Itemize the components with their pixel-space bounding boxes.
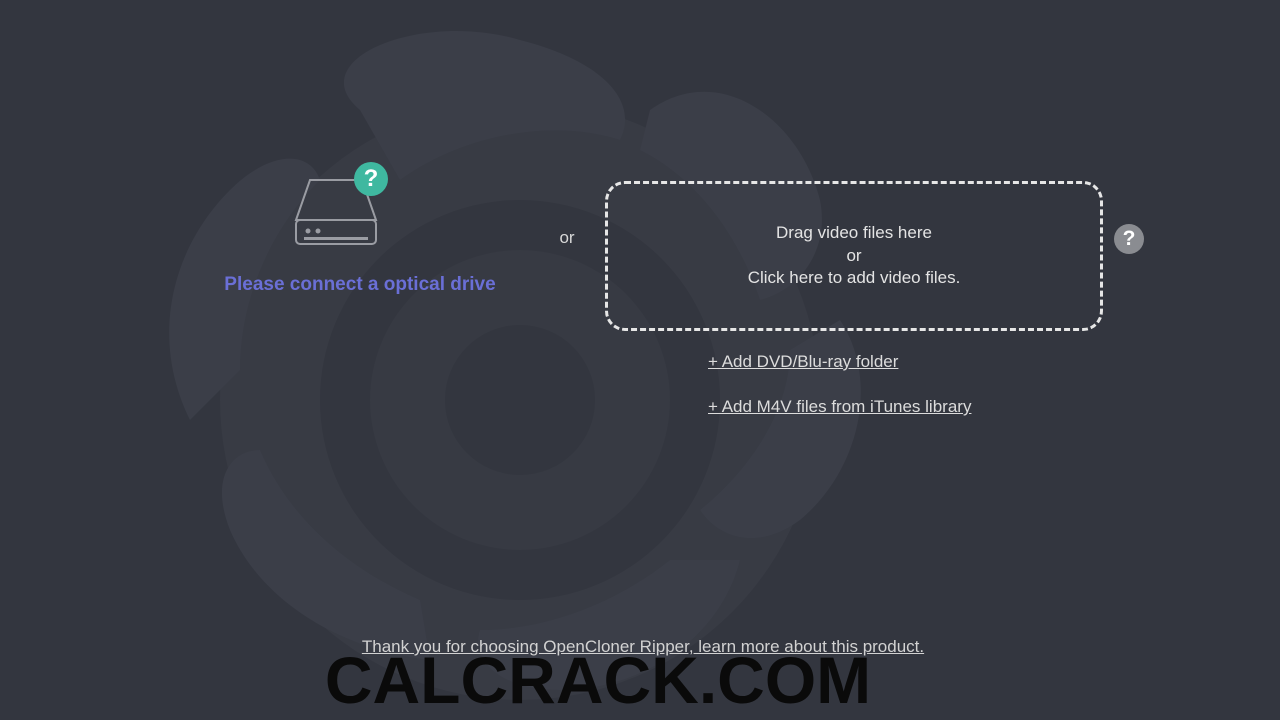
drop-zone-help-question-icon[interactable]: ? (1114, 224, 1144, 254)
optical-drive-panel: ? Please connect a optical drive (200, 160, 520, 310)
or-separator: or (559, 228, 575, 247)
drop-zone-line-click: Click here to add video files. (747, 268, 961, 288)
drive-help-question-icon[interactable]: ? (354, 162, 388, 196)
video-drop-zone[interactable]: Drag video files here or Click here to a… (605, 181, 1103, 331)
drive-status-label: Please connect a optical drive (224, 274, 496, 295)
main-window: ? Please connect a optical drive or Drag… (0, 0, 1280, 720)
drop-zone-line-drag: Drag video files here (776, 223, 932, 243)
add-dvd-bluray-folder-link[interactable]: + Add DVD/Blu-ray folder (708, 352, 898, 372)
background-logo (169, 30, 861, 700)
watermark-text: CALCRACK.COM (324, 643, 872, 717)
add-m4v-itunes-link[interactable]: + Add M4V files from iTunes library (708, 397, 971, 417)
drop-zone-line-or: or (846, 245, 862, 265)
